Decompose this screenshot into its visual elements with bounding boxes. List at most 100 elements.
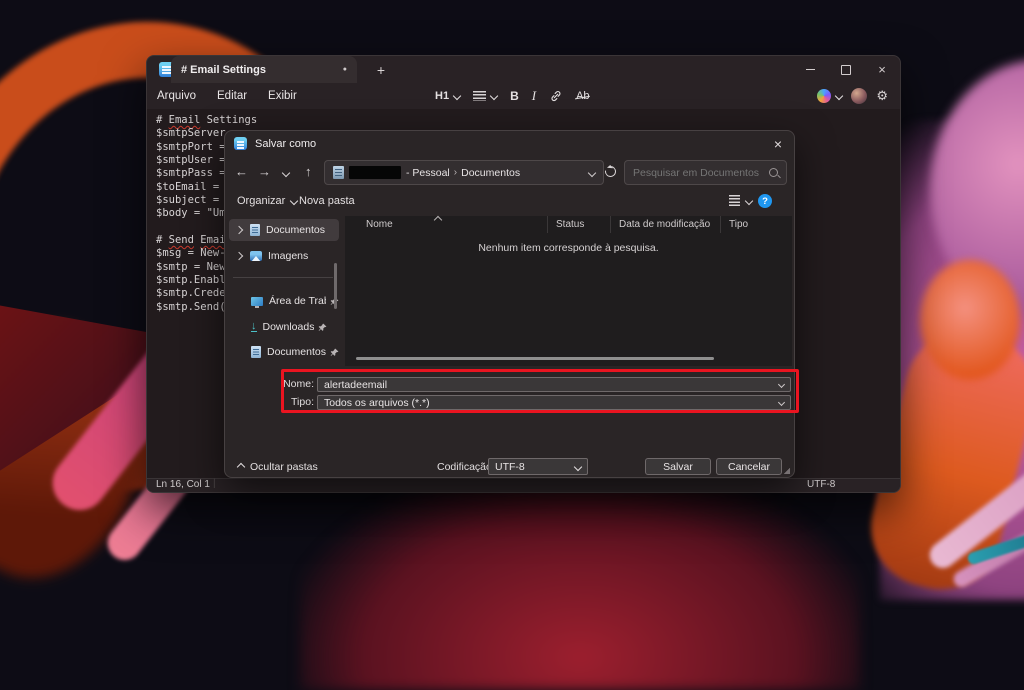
search-box[interactable]: [624, 160, 787, 185]
account-avatar[interactable]: [851, 88, 867, 104]
toolbar-right: ⚙: [817, 83, 888, 109]
column-nome[interactable]: Nome: [345, 216, 548, 233]
file-list: Nome Status Data de modificação Tipo Nen…: [345, 216, 792, 366]
organize-button[interactable]: Organizar: [237, 195, 297, 207]
minimize-button[interactable]: [792, 56, 828, 83]
gear-icon[interactable]: ⚙: [876, 89, 888, 104]
wallpaper-light-pink-ribbon-2: [951, 466, 1024, 590]
sidebar-item-downloads[interactable]: ↓ Downloads: [229, 316, 339, 338]
link-button[interactable]: [549, 90, 563, 102]
window-controls: ×: [792, 56, 900, 83]
list-dropdown[interactable]: [473, 91, 497, 101]
address-dropdown-chevron[interactable]: [588, 168, 596, 176]
chevron-down-icon[interactable]: [778, 381, 785, 388]
sidebar-item-documentos[interactable]: Documentos: [229, 219, 339, 241]
sidebar-item-area-de-trabalho[interactable]: Área de Trab: [229, 290, 339, 312]
dialog-body: Documentos Imagens Área de Trab ↓ Downlo…: [225, 216, 794, 366]
chevron-down-icon: [745, 196, 753, 204]
encoding-value: UTF-8: [495, 461, 575, 473]
recent-locations-chevron[interactable]: [282, 169, 290, 177]
menu-arquivo[interactable]: Arquivo: [157, 90, 196, 102]
breadcrumb-folder[interactable]: Documentos: [461, 167, 520, 179]
breadcrumb-separator: ›: [454, 167, 457, 178]
sort-ascending-icon: [434, 216, 442, 224]
notepad-dialog-icon: [234, 137, 247, 150]
column-data-modificacao[interactable]: Data de modificação: [611, 216, 721, 233]
filetype-row: Tipo: Todos os arquivos (*.*): [225, 395, 794, 410]
wallpaper-light-pink-ribbon: [925, 393, 1024, 574]
chevron-up-icon: [237, 463, 245, 471]
chevron-down-icon[interactable]: [574, 462, 582, 470]
save-button[interactable]: Salvar: [645, 458, 711, 475]
documents-icon: [251, 346, 261, 358]
expand-chevron-icon[interactable]: [235, 226, 243, 234]
sidebar-item-imagens[interactable]: Imagens: [229, 245, 339, 267]
new-folder-button[interactable]: Nova pasta: [299, 195, 355, 207]
expand-chevron-icon[interactable]: [235, 252, 243, 260]
navigation-row: ← → ↑ - Pessoal › Documentos: [225, 158, 794, 188]
filename-combobox[interactable]: [317, 377, 791, 392]
column-status[interactable]: Status: [548, 216, 611, 233]
cancel-button[interactable]: Cancelar: [716, 458, 782, 475]
forward-button[interactable]: →: [258, 164, 271, 180]
minimize-icon: [806, 69, 815, 70]
theme-dropdown[interactable]: [817, 89, 842, 103]
sidebar-item-label: Documentos: [267, 346, 326, 358]
chevron-down-icon[interactable]: [778, 399, 785, 406]
encoding-combobox[interactable]: UTF-8: [488, 458, 588, 475]
code-line: # Email Settings: [156, 114, 900, 127]
hide-folders-button[interactable]: Ocultar pastas: [238, 461, 318, 473]
filetype-combobox[interactable]: Todos os arquivos (*.*): [317, 395, 791, 410]
list-view-icon: [729, 195, 740, 206]
copilot-sphere-icon: [817, 89, 831, 103]
pictures-icon: [250, 251, 262, 261]
menu-exibir[interactable]: Exibir: [268, 90, 297, 102]
format-toolbar: H1 B I Ab: [435, 83, 590, 109]
sidebar-item-label: Área de Trab: [269, 295, 326, 307]
back-button[interactable]: ←: [235, 164, 248, 180]
search-icon: [769, 168, 778, 177]
documents-icon: [250, 224, 260, 236]
bullet-list-icon: [473, 91, 486, 101]
column-label: Data de modificação: [619, 219, 710, 230]
menu-editar[interactable]: Editar: [217, 90, 247, 102]
onedrive-folder-icon: [333, 166, 344, 179]
heading-dropdown[interactable]: H1: [435, 90, 460, 102]
view-options-button[interactable]: [729, 195, 752, 206]
tab-email-settings[interactable]: # Email Settings ●: [171, 56, 357, 83]
chevron-down-icon: [290, 197, 298, 205]
close-button[interactable]: ×: [864, 56, 900, 83]
wallpaper-magenta-blob: [880, 120, 1024, 600]
wallpaper-pink-blob: [930, 60, 1024, 320]
up-button[interactable]: ↑: [305, 164, 312, 180]
sidebar-item-documentos-pinned[interactable]: Documentos: [229, 341, 339, 363]
chevron-down-icon: [490, 92, 498, 100]
search-input[interactable]: [633, 167, 769, 179]
empty-list-message: Nenhum item corresponde à pesquisa.: [345, 242, 792, 254]
redacted-account-name: [349, 166, 401, 179]
bold-button[interactable]: B: [510, 89, 519, 103]
formatting-button[interactable]: Ab: [576, 90, 589, 102]
encoding-label: Codificação:: [437, 461, 495, 473]
horizontal-scrollbar[interactable]: [356, 357, 714, 360]
chevron-down-icon: [835, 92, 843, 100]
wallpaper-salmon-blob: [920, 260, 1020, 380]
sidebar-item-label: Documentos: [266, 224, 325, 236]
refresh-icon[interactable]: [603, 164, 618, 179]
maximize-button[interactable]: [828, 56, 864, 83]
wallpaper-teal-sliver: [966, 526, 1024, 565]
help-icon[interactable]: ?: [758, 194, 772, 208]
resize-grip[interactable]: [783, 467, 790, 474]
column-tipo[interactable]: Tipo: [721, 216, 792, 233]
command-bar: Organizar Nova pasta ?: [225, 189, 794, 215]
address-bar[interactable]: - Pessoal › Documentos: [324, 160, 604, 185]
sidebar-scrollbar[interactable]: [334, 263, 337, 309]
dialog-close-button[interactable]: ×: [774, 136, 782, 152]
column-label: Status: [556, 219, 584, 230]
link-icon: [549, 90, 563, 102]
wallpaper-red-glow: [300, 470, 860, 690]
new-tab-button[interactable]: +: [371, 60, 391, 80]
italic-button[interactable]: I: [532, 88, 536, 104]
filename-input[interactable]: [324, 379, 779, 391]
breadcrumb-account[interactable]: - Pessoal: [406, 167, 450, 179]
